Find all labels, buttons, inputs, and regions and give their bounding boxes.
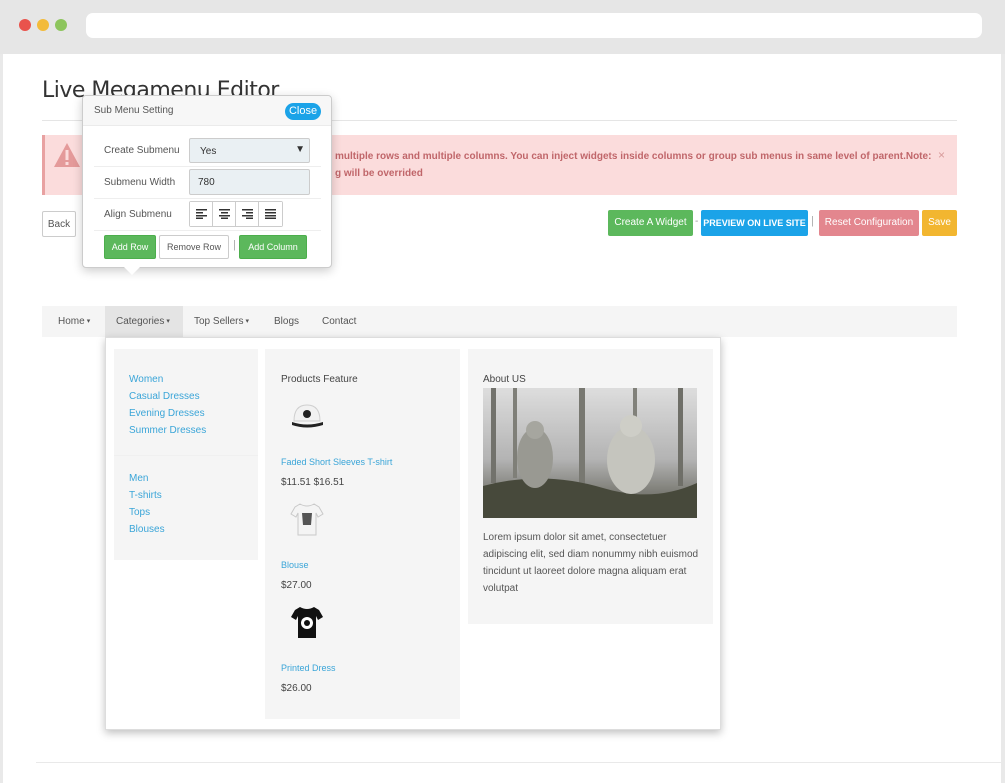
- category-link[interactable]: Evening Dresses: [129, 408, 205, 419]
- window-maximize-dot[interactable]: [55, 19, 67, 31]
- remove-row-button[interactable]: Remove Row: [159, 235, 229, 259]
- create-submenu-value: Yes: [200, 146, 217, 157]
- align-submenu-label: Align Submenu: [104, 209, 172, 220]
- nav-item-contact[interactable]: Contact: [322, 306, 356, 337]
- nav-item-top-sellers[interactable]: Top Sellers ▾: [194, 306, 249, 337]
- products-feature-heading: Products Feature: [281, 374, 358, 385]
- back-button[interactable]: Back: [42, 211, 76, 237]
- category-link[interactable]: Casual Dresses: [129, 391, 200, 402]
- create-widget-button[interactable]: Create A Widget: [608, 210, 693, 236]
- toolbar-separator: -: [695, 216, 699, 227]
- submenu-width-input[interactable]: [189, 169, 310, 195]
- category-link[interactable]: T-shirts: [129, 490, 162, 501]
- warning-icon: [54, 143, 80, 167]
- align-button-group: [189, 201, 283, 227]
- align-right-button[interactable]: [236, 202, 259, 226]
- footer-divider: [36, 762, 1001, 763]
- mega-menu-dropdown: Women Casual Dresses Evening Dresses Sum…: [105, 337, 721, 730]
- product-name-link[interactable]: Faded Short Sleeves T-shirt: [281, 457, 392, 467]
- nav-item-label: Top Sellers: [194, 316, 244, 327]
- popup-header: Sub Menu Setting Close: [83, 96, 331, 126]
- alert-close-icon[interactable]: ×: [938, 148, 945, 162]
- page-content: Live Megamenu Editor multiple rows and m…: [3, 54, 1001, 783]
- cap-icon[interactable]: [287, 395, 327, 435]
- add-column-button[interactable]: Add Column: [239, 235, 307, 259]
- chevron-down-icon: ▾: [245, 318, 249, 325]
- about-us-text: Lorem ipsum dolor sit amet, consectetuer…: [483, 532, 699, 594]
- align-left-icon: [195, 209, 207, 219]
- submenu-setting-popup: Sub Menu Setting Close Create Submenu Ye…: [82, 95, 332, 275]
- category-link[interactable]: Men: [129, 473, 148, 484]
- category-link[interactable]: Summer Dresses: [129, 425, 206, 436]
- preview-live-site-button[interactable]: PREVIEW ON LIVE SITE: [701, 210, 808, 236]
- mega-column-products: Products Feature Faded Short Sleeves T-s…: [265, 349, 460, 719]
- about-photo: [483, 388, 697, 518]
- category-link[interactable]: Blouses: [129, 524, 165, 535]
- align-center-icon: [218, 209, 230, 219]
- chevron-down-icon: ▾: [86, 318, 91, 325]
- product-price: $26.00: [281, 683, 312, 694]
- popup-separator: |: [233, 239, 236, 251]
- tshirt-white-icon[interactable]: [287, 499, 327, 539]
- address-bar[interactable]: [86, 13, 982, 38]
- create-submenu-row: Create Submenu Yes ▼: [94, 135, 321, 167]
- submenu-width-label: Submenu Width: [104, 177, 176, 188]
- submenu-width-row: Submenu Width: [94, 167, 321, 199]
- nav-item-label: Home: [58, 316, 85, 327]
- nav-item-categories[interactable]: Categories ▾: [105, 306, 183, 337]
- align-submenu-row: Align Submenu: [94, 199, 321, 231]
- window-minimize-dot[interactable]: [37, 19, 49, 31]
- browser-chrome: [0, 0, 1005, 54]
- align-right-icon: [241, 209, 253, 219]
- product-name-link[interactable]: Printed Dress: [281, 663, 336, 673]
- nav-item-label: Categories: [116, 316, 165, 327]
- popup-title: Sub Menu Setting: [94, 105, 174, 116]
- chevron-down-icon: ▾: [166, 318, 170, 325]
- save-button[interactable]: Save: [922, 210, 957, 236]
- align-justify-icon: [265, 209, 276, 219]
- about-us-heading: About US: [483, 374, 526, 385]
- alert-message: multiple rows and multiple columns. You …: [335, 151, 932, 179]
- add-row-button[interactable]: Add Row: [104, 235, 156, 259]
- category-link[interactable]: Women: [129, 374, 163, 385]
- mega-column-about: About US Lorem ipsum dolor sit amet, con…: [468, 349, 713, 624]
- tshirt-black-icon[interactable]: [287, 602, 327, 642]
- align-justify-button[interactable]: [259, 202, 282, 226]
- window-close-dot[interactable]: [19, 19, 31, 31]
- create-submenu-select[interactable]: Yes ▼: [189, 138, 310, 163]
- product-price: $11.51 $16.51: [281, 477, 345, 488]
- select-caret-icon: ▼: [295, 144, 305, 155]
- toolbar-separator: |: [811, 215, 814, 227]
- align-left-button[interactable]: [190, 202, 213, 226]
- product-price: $27.00: [281, 580, 312, 591]
- create-submenu-label: Create Submenu: [104, 145, 180, 156]
- nav-item-blogs[interactable]: Blogs: [274, 306, 299, 337]
- popup-close-button[interactable]: Close: [285, 103, 321, 120]
- nav-item-home[interactable]: Home ▾: [42, 306, 105, 337]
- main-navbar: Home ▾ Categories ▾ Top Sellers ▾ Blogs Con…: [42, 306, 957, 337]
- align-center-button[interactable]: [213, 202, 236, 226]
- category-link[interactable]: Tops: [129, 507, 150, 518]
- product-name-link[interactable]: Blouse: [281, 560, 309, 570]
- reset-configuration-button[interactable]: Reset Configuration: [819, 210, 919, 236]
- mega-column-categories: Women Casual Dresses Evening Dresses Sum…: [114, 349, 258, 560]
- category-group-divider: [114, 455, 258, 456]
